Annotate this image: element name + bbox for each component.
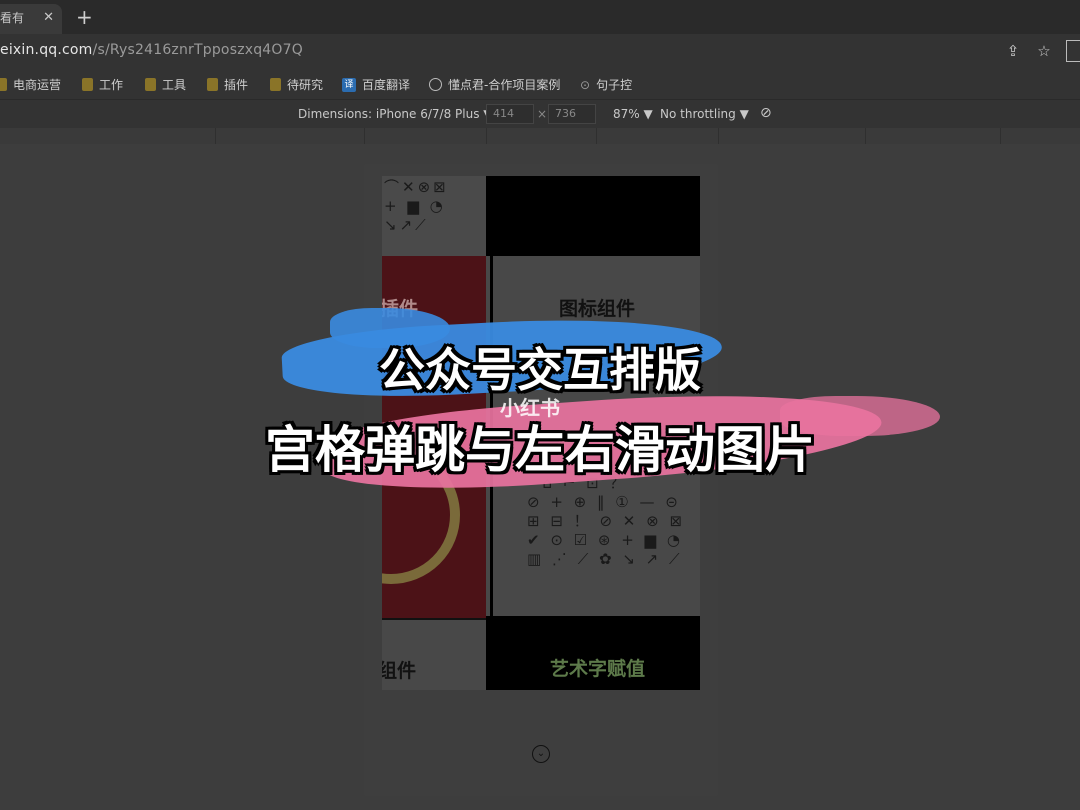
folder-icon xyxy=(0,78,7,91)
translate-icon: 译 xyxy=(342,77,356,92)
browser-tab[interactable]: 看有 ✕ xyxy=(0,4,62,34)
sidebar-icon[interactable] xyxy=(1066,40,1080,62)
component-title: 组件 xyxy=(382,660,417,682)
bookmark-tools[interactable]: 工具 xyxy=(145,76,186,93)
rotate-icon[interactable]: ⊘ xyxy=(760,105,772,121)
globe-icon xyxy=(429,78,442,91)
bookmark-work[interactable]: 工作 xyxy=(82,76,123,93)
throttling-select[interactable]: No throttling ▼ xyxy=(660,107,749,121)
icon-set-grid: ⌂ ⌐ ⊡ ？ ⊘ + ⊕ ‖ ① — ⊝ ⊞ ⊟ ！ ⊘ ✕ ⊗ ⊠ ✔ ⊙ … xyxy=(527,474,686,568)
bookmark-label: 懂点君-合作项目案例 xyxy=(448,78,561,92)
bookmark-label: 待研究 xyxy=(287,78,324,92)
bookmark-juzikong[interactable]: ⊙ 句子控 xyxy=(580,76,632,93)
bookmark-label: 工具 xyxy=(162,78,187,92)
share-icon[interactable]: ⇪ xyxy=(1003,41,1023,61)
zoom-select[interactable]: 87% ▼ xyxy=(613,107,653,121)
quote-icon: ⊙ xyxy=(580,77,591,92)
folder-icon xyxy=(82,78,93,91)
art-text-title: 艺术字赋值 xyxy=(550,658,646,680)
bookmark-label: 插件 xyxy=(224,78,249,92)
device-height-input[interactable]: 736 xyxy=(548,104,596,124)
times-label: × xyxy=(537,107,548,121)
bookmark-label: 工作 xyxy=(99,78,124,92)
tab-bar: 看有 ✕ + xyxy=(0,0,1080,34)
bookmark-label: 句子控 xyxy=(596,78,633,92)
device-toolbar: Dimensions: iPhone 6/7/8 Plus ▼ 414 × 73… xyxy=(0,100,1080,128)
grid-cell-top-right[interactable] xyxy=(486,176,700,256)
bookmark-label: 百度翻译 xyxy=(362,78,411,92)
new-tab-button[interactable]: + xyxy=(76,4,93,30)
folder-icon xyxy=(270,78,281,91)
bookmark-ecommerce[interactable]: 电商运营 xyxy=(0,76,61,93)
url-host: eixin.qq.com xyxy=(0,42,93,58)
bookmark-baidu-translate[interactable]: 译 百度翻译 xyxy=(342,76,410,93)
folder-icon xyxy=(145,78,156,91)
icons-preview: ⌒✕⊗⊠ + ▆ ◔ ↘↗⟋ xyxy=(384,178,449,234)
close-icon[interactable]: ✕ xyxy=(43,4,54,32)
bookmarks-bar: 电商运营 工作 工具 插件 待研究 译 百度翻译 懂点君-合作项目案例 ⊙ 句子… xyxy=(0,68,1080,100)
chevron-down-icon[interactable]: ⌄ xyxy=(532,745,550,763)
folder-icon xyxy=(207,78,218,91)
headline-line-1: 公众号交互排版 xyxy=(379,343,701,397)
address-bar: eixin.qq.com/s/Rys2416znrTpposzxq4O7Q ⇪ … xyxy=(0,34,1080,68)
url-field[interactable]: eixin.qq.com/s/Rys2416znrTpposzxq4O7Q xyxy=(0,42,303,58)
bookmark-plugins[interactable]: 插件 xyxy=(207,76,248,93)
bookmark-label: 电商运营 xyxy=(13,78,62,92)
icon-component-title: 图标组件 xyxy=(559,298,636,320)
device-dimensions-select[interactable]: Dimensions: iPhone 6/7/8 Plus ▼ xyxy=(298,107,493,121)
grid-cell-bottom-right[interactable]: 艺术字赋值 xyxy=(486,616,700,690)
headline-line-2: 宫格弹跳与左右滑动图片 xyxy=(265,421,815,479)
device-width-input[interactable]: 414 xyxy=(486,104,534,124)
star-icon[interactable]: ☆ xyxy=(1034,41,1054,61)
tab-title: 看有 xyxy=(0,11,25,25)
bookmark-dongdianjun[interactable]: 懂点君-合作项目案例 xyxy=(429,76,560,93)
grid-cell-bottom-left[interactable]: 组件 xyxy=(382,618,486,690)
url-path: /s/Rys2416znrTpposzxq4O7Q xyxy=(92,42,303,58)
media-query-ruler[interactable] xyxy=(0,128,1080,144)
grid-cell-top-left[interactable]: ⌒✕⊗⊠ + ▆ ◔ ↘↗⟋ xyxy=(382,176,486,256)
bookmark-research[interactable]: 待研究 xyxy=(270,76,323,93)
